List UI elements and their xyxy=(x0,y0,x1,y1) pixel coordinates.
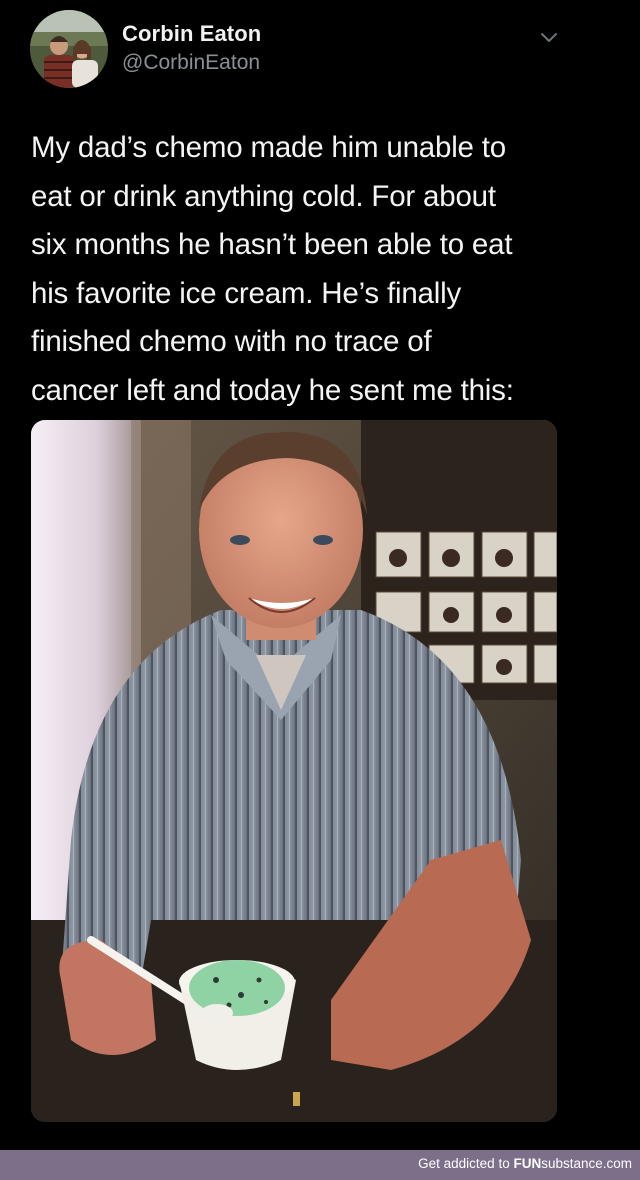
author-name[interactable]: Corbin Eaton xyxy=(122,21,261,47)
tweet-photo[interactable] xyxy=(31,420,557,1122)
author-avatar[interactable] xyxy=(30,10,108,88)
tweet-card: Corbin Eaton @CorbinEaton My dad’s chemo… xyxy=(0,0,640,1150)
watermark-bar: Get addicted to FUNsubstance.com xyxy=(0,1150,640,1180)
watermark-brand-bold: FUN xyxy=(513,1156,542,1171)
couple-photo-avatar-icon xyxy=(30,10,108,88)
watermark-prefix: Get addicted to xyxy=(418,1156,514,1171)
chevron-down-icon[interactable] xyxy=(537,28,561,48)
watermark-text[interactable]: Get addicted to FUNsubstance.com xyxy=(418,1156,632,1171)
author-handle[interactable]: @CorbinEaton xyxy=(122,51,260,75)
tweet-text: My dad’s chemo made him unable to eat or… xyxy=(31,131,514,407)
man-with-ice-cream-photo xyxy=(31,420,557,1122)
watermark-brand-rest: substance.com xyxy=(541,1156,632,1171)
